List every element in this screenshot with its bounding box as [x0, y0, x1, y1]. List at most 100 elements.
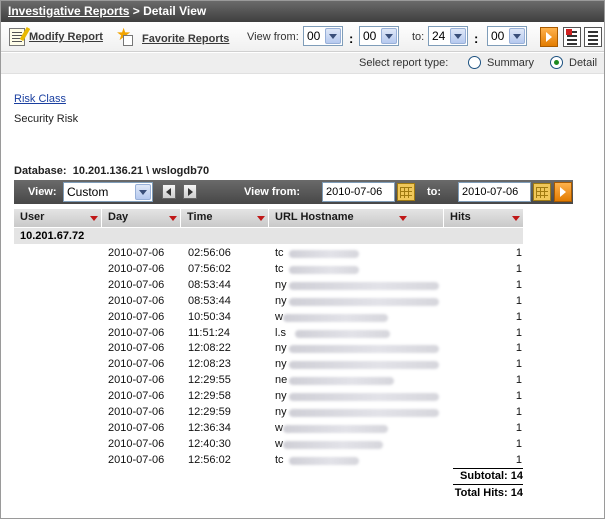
- column-header-time[interactable]: Time: [181, 209, 269, 227]
- cell-day: 2010-07-06: [108, 263, 165, 275]
- database-info: Database: 10.201.136.21 \ wslogdb70: [14, 165, 209, 177]
- cell-hits: 1: [515, 422, 522, 434]
- cell-day: 2010-07-06: [108, 295, 165, 307]
- to-calendar-icon[interactable]: [533, 183, 551, 201]
- summary-radio-label[interactable]: Summary: [487, 57, 534, 69]
- column-header-label: User: [20, 211, 45, 223]
- favorite-reports-link[interactable]: Favorite Reports: [142, 33, 229, 45]
- redacted-hostname: [283, 441, 383, 449]
- column-header-day[interactable]: Day: [102, 209, 181, 227]
- cell-url-hostname: ne: [275, 374, 288, 386]
- redacted-hostname: [289, 345, 439, 353]
- cell-url-hostname: tc: [275, 454, 284, 466]
- cell-hits: 1: [515, 327, 522, 339]
- redacted-hostname: [283, 425, 388, 433]
- cell-day: 2010-07-06: [108, 327, 165, 339]
- cell-time: 12:29:58: [188, 390, 231, 402]
- redacted-hostname: [289, 298, 439, 306]
- next-period-button[interactable]: [183, 184, 197, 199]
- cell-time: 12:40:30: [188, 438, 231, 450]
- from-date-input[interactable]: 2010-07-06: [322, 182, 395, 202]
- from-hour-select[interactable]: 00: [303, 26, 343, 46]
- sort-arrow-icon[interactable]: [169, 216, 177, 221]
- cell-hits: 1: [515, 454, 522, 466]
- summary-radio[interactable]: [468, 56, 481, 69]
- from-calendar-icon[interactable]: [397, 183, 415, 201]
- chevron-down-icon: [381, 28, 397, 44]
- cell-time: 12:29:55: [188, 374, 231, 386]
- redacted-hostname: [289, 282, 439, 290]
- cell-time: 12:08:22: [188, 342, 231, 354]
- column-header-user[interactable]: User: [14, 209, 102, 227]
- cell-hits: 1: [515, 342, 522, 354]
- from-minute-value: 00: [363, 29, 377, 43]
- from-hour-value: 00: [307, 29, 321, 43]
- column-header-label: Hits: [450, 211, 471, 223]
- risk-class-link[interactable]: Risk Class: [14, 93, 66, 105]
- detail-radio[interactable]: [550, 56, 563, 69]
- cell-time: 11:51:24: [188, 327, 231, 339]
- redacted-hostname: [289, 409, 439, 417]
- redacted-hostname: [289, 250, 359, 258]
- cell-hits: 1: [515, 438, 522, 450]
- cell-url-hostname: ny: [275, 279, 287, 291]
- cell-day: 2010-07-06: [108, 374, 165, 386]
- total-line: [453, 484, 523, 485]
- to-hour-select[interactable]: 24: [428, 26, 468, 46]
- view-from-label: View from:: [247, 31, 299, 43]
- cell-time: 12:36:34: [188, 422, 231, 434]
- cell-day: 2010-07-06: [108, 279, 165, 291]
- cell-time: 10:50:34: [188, 311, 231, 323]
- user-group-label: 10.201.67.72: [20, 230, 85, 242]
- chevron-down-icon: [509, 28, 525, 44]
- print-report-icon[interactable]: [563, 27, 581, 47]
- redacted-hostname: [283, 314, 388, 322]
- column-header-hits[interactable]: Hits: [444, 209, 523, 227]
- report-to-label: to:: [427, 186, 442, 198]
- redacted-hostname: [289, 361, 439, 369]
- total-hits: Total Hits: 14: [454, 487, 523, 499]
- to-date-input[interactable]: 2010-07-06: [458, 182, 531, 202]
- breadcrumb-investigative-reports[interactable]: Investigative Reports: [8, 4, 129, 18]
- sort-arrow-icon[interactable]: [90, 216, 98, 221]
- cell-time: 08:53:44: [188, 295, 231, 307]
- from-minute-select[interactable]: 00: [359, 26, 399, 46]
- time-colon: :: [474, 31, 479, 46]
- modify-report-icon[interactable]: [9, 28, 25, 46]
- cell-url-hostname: tc: [275, 263, 284, 275]
- sort-arrow-icon[interactable]: [512, 216, 520, 221]
- view-select[interactable]: Custom: [63, 182, 153, 202]
- cell-url-hostname: tc: [275, 247, 284, 259]
- column-header-url-hostname[interactable]: URL Hostname: [269, 209, 444, 227]
- modify-report-link[interactable]: Modify Report: [29, 31, 103, 43]
- sort-arrow-icon[interactable]: [257, 216, 265, 221]
- detail-radio-label[interactable]: Detail: [569, 57, 597, 69]
- cell-time: 12:08:23: [188, 358, 231, 370]
- cell-url-hostname: ny: [275, 358, 287, 370]
- cell-day: 2010-07-06: [108, 247, 165, 259]
- report-type-label: Select report type:: [359, 57, 449, 69]
- column-header-label: URL Hostname: [275, 211, 354, 223]
- cell-hits: 1: [515, 390, 522, 402]
- apply-date-range-button[interactable]: [554, 182, 572, 202]
- subtotal-line: [453, 468, 523, 469]
- report-type-row: Select report type: Summary Detail: [1, 53, 604, 74]
- view-select-value: Custom: [67, 185, 109, 199]
- favorite-reports-icon[interactable]: ★: [116, 25, 134, 46]
- breadcrumb-current: Detail View: [143, 4, 207, 18]
- to-minute-select[interactable]: 00: [487, 26, 527, 46]
- cell-url-hostname: w: [275, 438, 283, 450]
- redacted-hostname: [289, 457, 359, 465]
- cell-hits: 1: [515, 295, 522, 307]
- breadcrumb: Investigative Reports > Detail View: [1, 1, 604, 22]
- sort-arrow-icon[interactable]: [399, 216, 407, 221]
- previous-period-button[interactable]: [162, 184, 176, 199]
- risk-class-value: Security Risk: [14, 113, 79, 125]
- cell-day: 2010-07-06: [108, 454, 165, 466]
- apply-time-range-button[interactable]: [540, 27, 558, 47]
- cell-url-hostname: ny: [275, 406, 287, 418]
- cell-hits: 1: [515, 311, 522, 323]
- column-header-label: Time: [187, 211, 213, 223]
- export-report-icon[interactable]: [584, 27, 602, 47]
- subtotal: Subtotal: 14: [460, 470, 523, 482]
